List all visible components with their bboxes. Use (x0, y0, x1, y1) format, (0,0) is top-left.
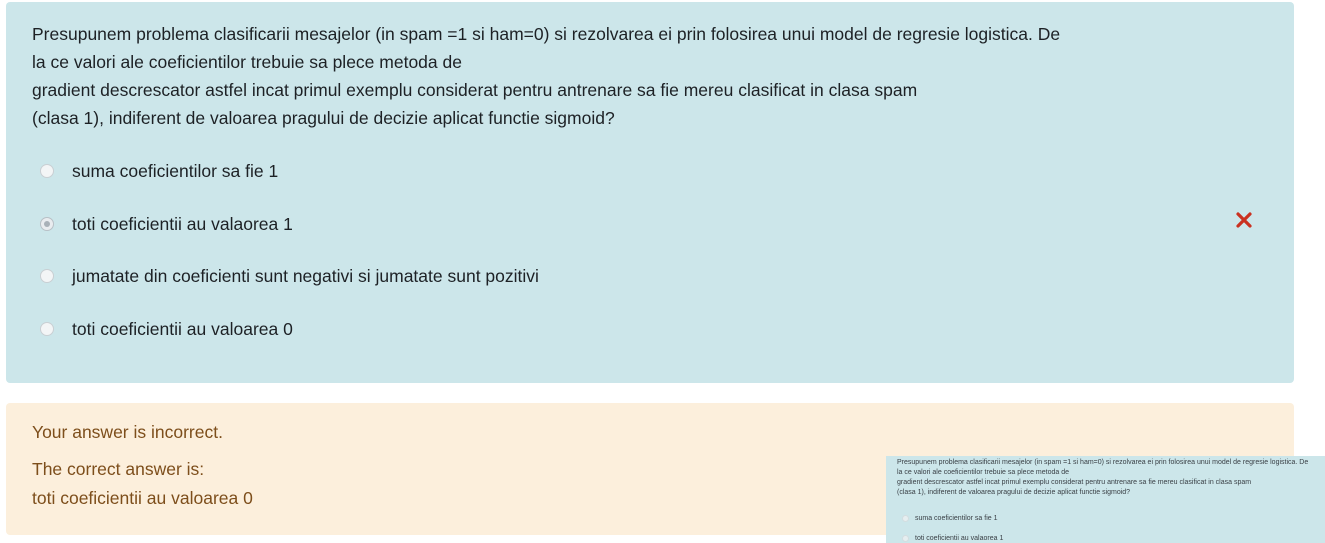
thumbnail-line: Presupunem problema clasificarii mesajel… (897, 459, 1309, 466)
thumbnail-question-text: Presupunem problema clasificarii mesajel… (897, 458, 1308, 498)
close-icon (1236, 212, 1252, 228)
thumbnail-option-label: suma coeficientilor sa fie 1 (915, 515, 998, 522)
answer-option-label: toti coeficientii au valoarea 0 (72, 318, 293, 339)
correct-answer-text: toti coeficientii au valoarea 0 (32, 488, 253, 508)
answer-option-1[interactable]: suma coeficientilor sa fie 1 (40, 158, 278, 184)
answer-option-label: suma coeficientilor sa fie 1 (72, 160, 279, 181)
radio-button[interactable] (40, 269, 54, 283)
question-line: la ce valori ale coeficientilor trebuie … (32, 52, 462, 72)
radio-button[interactable] (40, 322, 54, 336)
thumbnail-radio (902, 535, 909, 542)
question-text: Presupunem problema clasificarii mesajel… (32, 20, 1142, 132)
question-line: Presupunem problema clasificarii mesajel… (32, 24, 1061, 44)
answer-option-label: toti coeficientii au valaorea 1 (72, 213, 293, 234)
answer-option-3[interactable]: jumatate din coeficienti sunt negativi s… (40, 263, 539, 289)
question-line: (clasa 1), indiferent de valoarea pragul… (32, 108, 615, 128)
correct-answer-label: The correct answer is: (32, 459, 205, 479)
answer-option-4[interactable]: toti coeficientii au valoarea 0 (40, 316, 293, 342)
thumbnail-option-label: toti coeficientii au valaorea 1 (915, 535, 1004, 542)
question-line: gradient descrescator astfel incat primu… (32, 80, 918, 100)
answer-option-2[interactable]: toti coeficientii au valaorea 1 (40, 211, 293, 237)
thumbnail-option: suma coeficientilor sa fie 1 (902, 515, 997, 522)
screenshot-thumbnail[interactable]: Presupunem problema clasificarii mesajel… (886, 456, 1325, 543)
answer-option-label: jumatate din coeficienti sunt negativi s… (72, 265, 539, 286)
thumbnail-line: gradient descrescator astfel incat primu… (897, 479, 1252, 486)
thumbnail-option: toti coeficientii au valaorea 1 (902, 535, 1003, 542)
thumbnail-line: (clasa 1), indiferent de valoarea pragul… (897, 489, 1131, 496)
thumbnail-line: la ce valori ale coeficientilor trebuie … (897, 469, 1069, 476)
question-box: Presupunem problema clasificarii mesajel… (6, 2, 1294, 383)
radio-button-selected[interactable] (40, 217, 54, 231)
feedback-status: Your answer is incorrect. (32, 422, 223, 442)
radio-button[interactable] (40, 164, 54, 178)
thumbnail-radio (902, 515, 909, 522)
